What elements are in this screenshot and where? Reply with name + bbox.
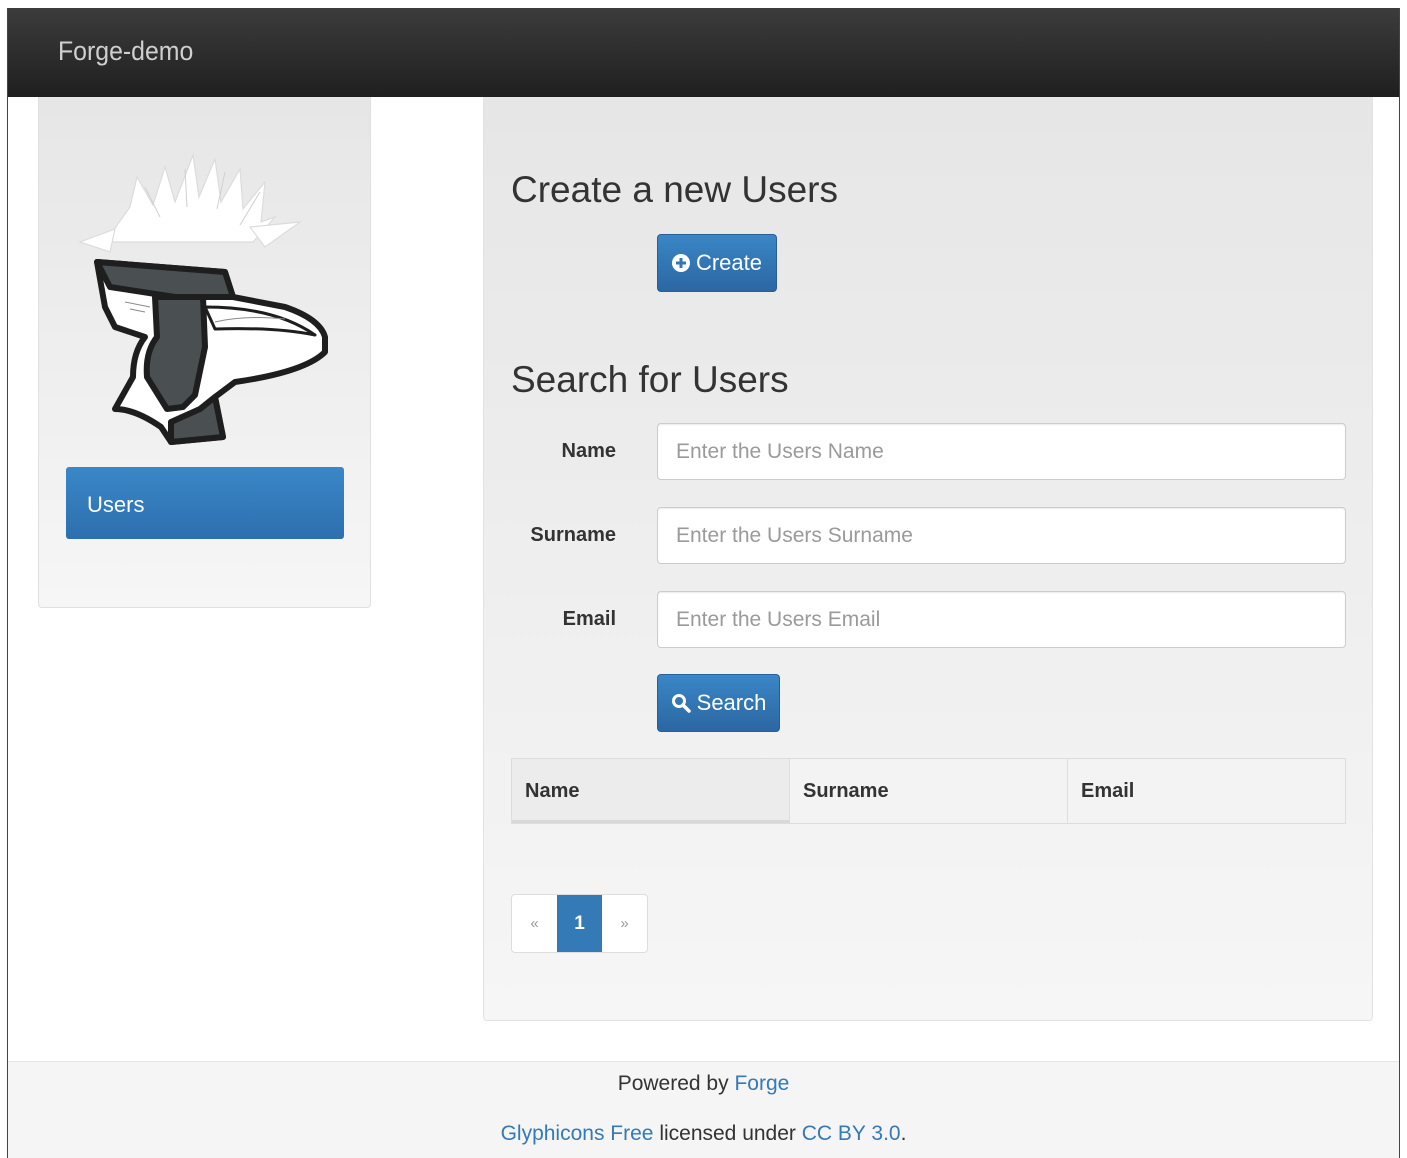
search-button[interactable]: Search (657, 674, 780, 732)
anvil-logo-icon (78, 152, 328, 445)
footer: Powered by Forge Glyphicons Free license… (8, 1061, 1399, 1158)
column-header-email[interactable]: Email (1068, 759, 1345, 823)
pagination-prev[interactable]: « (512, 895, 557, 952)
results-table: Name Surname Email (511, 758, 1346, 824)
navbar: Forge-demo (8, 8, 1399, 97)
sidebar-item-users[interactable]: Users (66, 467, 344, 539)
create-button-label: Create (695, 250, 763, 275)
column-header-name[interactable]: Name (512, 759, 790, 823)
browser-viewport: Forge-demo Users Create a new Users Crea… (7, 8, 1400, 1158)
create-section-heading: Create a new Users (511, 169, 838, 210)
sidebar: Users (38, 97, 371, 608)
email-label: Email (562, 608, 616, 630)
search-button-label: Search (696, 690, 767, 715)
surname-input[interactable] (657, 507, 1346, 564)
name-label: Name (561, 440, 616, 462)
name-input[interactable] (657, 423, 1346, 480)
footer-period: . (900, 1122, 907, 1145)
license-link[interactable]: CC BY 3.0 (802, 1122, 901, 1145)
email-input[interactable] (657, 591, 1346, 648)
footer-powered-by: Powered by Forge (8, 1072, 1399, 1096)
powered-by-text: Powered by (617, 1072, 729, 1095)
navbar-brand[interactable]: Forge-demo (58, 36, 193, 67)
pagination: « 1 » (511, 894, 648, 953)
create-button[interactable]: Create (657, 234, 777, 292)
sidebar-item-label: Users (87, 492, 145, 517)
pagination-next[interactable]: » (602, 895, 647, 952)
surname-label: Surname (530, 524, 616, 546)
licensed-under-text: licensed under (659, 1122, 796, 1145)
glyphicons-link[interactable]: Glyphicons Free (501, 1122, 654, 1145)
pagination-page-1[interactable]: 1 (557, 895, 602, 952)
search-section-heading: Search for Users (511, 359, 789, 400)
search-icon (671, 694, 691, 713)
column-header-surname[interactable]: Surname (790, 759, 1068, 823)
plus-sign-icon (671, 254, 690, 272)
forge-link[interactable]: Forge (734, 1072, 789, 1095)
footer-license: Glyphicons Free licensed under CC BY 3.0… (8, 1122, 1399, 1146)
main-panel: Create a new Users Create Search for Use… (483, 97, 1373, 1021)
